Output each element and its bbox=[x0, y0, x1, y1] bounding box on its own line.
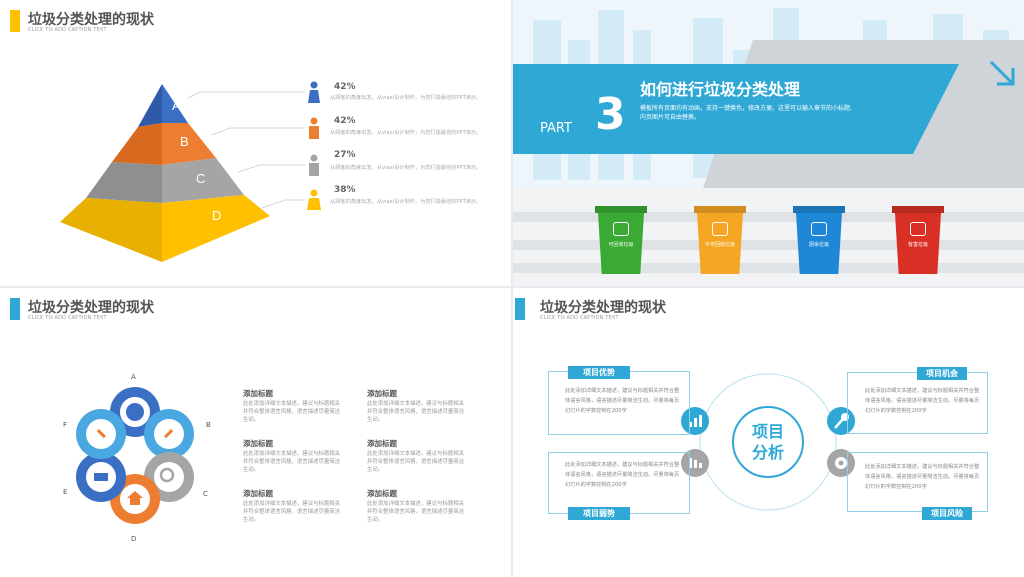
part-label: PART bbox=[540, 121, 572, 136]
block-text: 此处添加详细文本描述，建议与标题相关并符合整体语言风格，语言描述尽量简洁生动。 bbox=[243, 401, 341, 423]
center-label-line2: 分析 bbox=[751, 443, 784, 462]
block-text: 此处添加详细文本描述，建议与标题相关并符合整体语言风格，语言描述尽量简洁生动。 bbox=[367, 401, 465, 423]
petal-letter-d: D bbox=[131, 535, 137, 543]
slide-thumbnail-2[interactable]: PART 3 如何进行垃圾分类处理 模板所有页面均有动画，支持一键换色，修改方便… bbox=[513, 0, 1024, 286]
part-number: 3 bbox=[595, 89, 626, 140]
recycle-icon bbox=[613, 222, 629, 236]
section-desc-line1: 模板所有页面均有动画，支持一键换色，修改方便。这里可以输入章节的小标题, bbox=[640, 105, 852, 112]
person-icon-2 bbox=[309, 117, 319, 139]
person-icon-1 bbox=[308, 81, 320, 103]
stat-percent: 38% bbox=[334, 185, 356, 195]
stat-percent: 42% bbox=[334, 116, 356, 126]
block-text: 此处添加详细文本描述，建议与标题相关并符合整体语言风格，语言描述尽量简洁生动。 bbox=[367, 501, 465, 523]
block-heading: 添加标题 bbox=[243, 439, 273, 448]
stat-percent: 27% bbox=[334, 150, 356, 160]
block-heading: 添加标题 bbox=[243, 489, 273, 498]
trash-bin: 厨余垃圾 bbox=[793, 206, 845, 274]
block-text: 此处添加详细文本描述，建议与标题相关并符合整体语言风格，语言描述尽量简洁生动。 bbox=[243, 451, 341, 473]
pyramid-label-c: C bbox=[196, 171, 205, 186]
stat-description: 从顾客的角度出发，从viaxi设计制作，为您打造最佳的PPT演示。 bbox=[330, 95, 482, 101]
petal-letter-a: A bbox=[131, 373, 136, 381]
petal-letter-e: E bbox=[63, 488, 68, 496]
person-icon-4 bbox=[307, 189, 321, 210]
block-text: 此处添加详细文本描述，建议与标题相关并符合整体语言风格，语言描述尽量简洁生动。 bbox=[367, 451, 465, 473]
trash-bin: 有害垃圾 bbox=[892, 206, 944, 274]
pyramid-chart: A B C D bbox=[60, 81, 321, 262]
quad-tag-risk: 项目风险 bbox=[922, 507, 972, 520]
pyramid-label-a: A bbox=[172, 98, 181, 113]
recycle-icon bbox=[910, 222, 926, 236]
trash-bin-label: 不可回收垃圾 bbox=[704, 242, 735, 248]
quad-tag-weakness: 项目弱势 bbox=[568, 507, 630, 520]
person-icon-3 bbox=[309, 154, 319, 176]
petal-letter-f: F bbox=[63, 421, 68, 429]
stat-description: 从顾客的角度出发，从viaxi设计制作，为您打造最佳的PPT演示。 bbox=[330, 199, 482, 205]
stat-percent: 42% bbox=[334, 82, 356, 92]
trash-bin: 可回收垃圾 bbox=[595, 206, 647, 274]
recycle-icon bbox=[811, 222, 827, 236]
pyramid-tier-a-left bbox=[138, 84, 162, 127]
recycle-icon bbox=[712, 222, 728, 236]
block-heading: 添加标题 bbox=[367, 439, 397, 448]
trash-bin-label: 厨余垃圾 bbox=[808, 242, 829, 248]
quad-text-strength: 此处添加详细文本描述，建议与标题相关并符合整体语言风格，语言描述尽量简洁生动。尽… bbox=[565, 388, 680, 414]
slide-grid: 垃圾分类处理的现状 CLICK TO ADD CAPTION TEXT A B … bbox=[0, 0, 1024, 577]
petal-b bbox=[144, 409, 194, 459]
stat-description: 从顾客的角度出发，从viaxi设计制作，为您打造最佳的PPT演示。 bbox=[330, 165, 482, 171]
flower-diagram bbox=[76, 387, 194, 524]
quad-tag-strength: 项目优势 bbox=[568, 366, 630, 379]
block-heading: 添加标题 bbox=[367, 389, 397, 398]
block-heading: 添加标题 bbox=[243, 389, 273, 398]
city-background bbox=[513, 0, 1024, 286]
quad-text-weakness: 此处添加详细文本描述，建议与标题相关并符合整体语言风格，语言描述尽量简洁生动。尽… bbox=[565, 462, 680, 488]
block-heading: 添加标题 bbox=[367, 489, 397, 498]
petal-letter-c: C bbox=[203, 490, 208, 498]
petal-e bbox=[76, 452, 126, 502]
quad-tag-opportunity: 项目机会 bbox=[917, 367, 967, 380]
trash-bin-label: 有害垃圾 bbox=[907, 242, 928, 248]
quad-text-opportunity: 此处添加详细文本描述，建议与标题相关并符合整体语言风格，语言描述尽量简洁生动。尽… bbox=[865, 388, 980, 414]
block-text: 此处添加详细文本描述，建议与标题相关并符合整体语言风格，语言描述尽量简洁生动。 bbox=[243, 501, 341, 523]
petal-letter-b: B bbox=[206, 421, 211, 429]
pyramid-label-d: D bbox=[212, 208, 221, 223]
quad-text-risk: 此处添加详细文本描述，建议与标题相关并符合整体语言风格，语言描述尽量简洁生动。尽… bbox=[865, 464, 980, 490]
petal-f bbox=[76, 409, 126, 459]
trash-bin: 不可回收垃圾 bbox=[694, 206, 746, 274]
stat-description: 从顾客的角度出发，从viaxi设计制作，为您打造最佳的PPT演示。 bbox=[330, 130, 482, 136]
slide-thumbnail-4[interactable]: 垃圾分类处理的现状 CLICK TO ADD CAPTION TEXT 项目 分… bbox=[513, 288, 1024, 577]
center-label-line1: 项目 bbox=[751, 422, 784, 441]
section-desc-line2: 内页图片可自由替换。 bbox=[640, 114, 701, 121]
section-title: 如何进行垃圾分类处理 bbox=[640, 80, 801, 99]
pyramid-label-b: B bbox=[180, 134, 189, 149]
slide-thumbnail-1[interactable]: 垃圾分类处理的现状 CLICK TO ADD CAPTION TEXT A B … bbox=[0, 0, 511, 286]
slide-thumbnail-3[interactable]: 垃圾分类处理的现状 CLICK TO ADD CAPTION TEXT A B … bbox=[0, 288, 511, 577]
trash-bin-label: 可回收垃圾 bbox=[608, 242, 634, 248]
